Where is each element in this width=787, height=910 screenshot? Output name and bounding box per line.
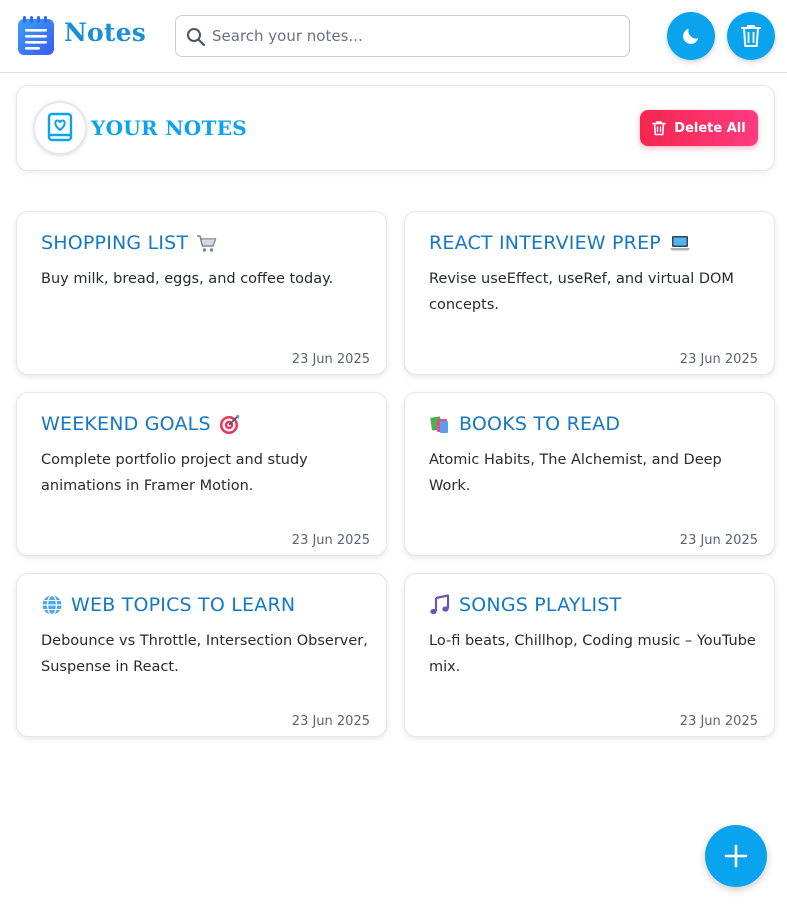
note-date: 23 Jun 2025 <box>679 714 758 729</box>
note-title-row: SHOPPING LIST <box>41 232 218 254</box>
books-icon <box>430 416 448 433</box>
note-date: 23 Jun 2025 <box>291 714 370 729</box>
delete-all-label: Delete All <box>674 120 746 136</box>
note-body: Debounce vs Throttle, Intersection Obser… <box>41 633 368 675</box>
note-body: Revise useEffect, useRef, and virtual DO… <box>429 271 734 313</box>
search-box[interactable] <box>175 15 630 57</box>
moon-icon <box>683 28 699 44</box>
note-card[interactable]: BOOKS TO READ Atomic Habits, The Alchemi… <box>404 392 775 556</box>
note-date: 23 Jun 2025 <box>679 352 758 367</box>
cart-icon <box>197 235 217 252</box>
plus-icon <box>724 844 748 868</box>
delete-all-button[interactable]: Delete All <box>640 110 758 146</box>
note-date: 23 Jun 2025 <box>679 533 758 548</box>
search-input[interactable] <box>212 17 622 55</box>
note-card[interactable]: SHOPPING LIST Buy milk, bread, eggs, and… <box>16 211 387 375</box>
target-icon <box>219 414 240 434</box>
note-body: Atomic Habits, The Alchemist, and Deep W… <box>429 452 722 494</box>
note-title: WEEKEND GOALS <box>41 413 211 435</box>
notepad-logo-icon <box>18 16 54 55</box>
note-title-row: BOOKS TO READ <box>429 413 620 435</box>
note-title: WEB TOPICS TO LEARN <box>71 594 296 616</box>
banner-icon-circle <box>33 101 87 155</box>
music-note-icon <box>430 594 450 615</box>
note-body: Complete portfolio project and study ani… <box>41 452 308 494</box>
banner-title: YOUR NOTES <box>91 116 247 140</box>
note-title-row: WEEKEND GOALS <box>41 413 241 435</box>
note-card[interactable]: WEB TOPICS TO LEARN Debounce vs Throttle… <box>16 573 387 737</box>
trash-icon <box>652 121 667 136</box>
laptop-icon <box>669 236 690 251</box>
note-card[interactable]: REACT INTERVIEW PREP Revise useEffect, u… <box>404 211 775 375</box>
book-heart-icon <box>47 112 73 142</box>
trash-button[interactable] <box>727 12 775 60</box>
note-body: Buy milk, bread, eggs, and coffee today. <box>41 271 334 287</box>
globe-icon <box>42 594 62 616</box>
note-title: BOOKS TO READ <box>459 413 621 435</box>
note-body: Lo-fi beats, Chillhop, Coding music – Yo… <box>429 633 756 675</box>
theme-toggle-button[interactable] <box>667 12 715 60</box>
note-title: REACT INTERVIEW PREP <box>429 232 661 254</box>
note-title: SONGS PLAYLIST <box>459 594 622 616</box>
note-title-row: SONGS PLAYLIST <box>429 594 621 616</box>
note-title-row: WEB TOPICS TO LEARN <box>41 594 295 616</box>
note-card[interactable]: WEEKEND GOALS Complete portfolio project… <box>16 392 387 556</box>
search-icon <box>187 28 206 47</box>
app-header: Notes <box>0 0 787 73</box>
note-date: 23 Jun 2025 <box>291 352 370 367</box>
note-card[interactable]: SONGS PLAYLIST Lo-fi beats, Chillhop, Co… <box>404 573 775 737</box>
app-name: Notes <box>64 18 147 47</box>
note-date: 23 Jun 2025 <box>291 533 370 548</box>
note-title-row: REACT INTERVIEW PREP <box>429 232 691 254</box>
add-note-button[interactable] <box>705 825 767 887</box>
trash-icon <box>741 25 761 47</box>
your-notes-banner: YOUR NOTES Delete All <box>16 85 775 171</box>
note-title: SHOPPING LIST <box>41 232 189 254</box>
